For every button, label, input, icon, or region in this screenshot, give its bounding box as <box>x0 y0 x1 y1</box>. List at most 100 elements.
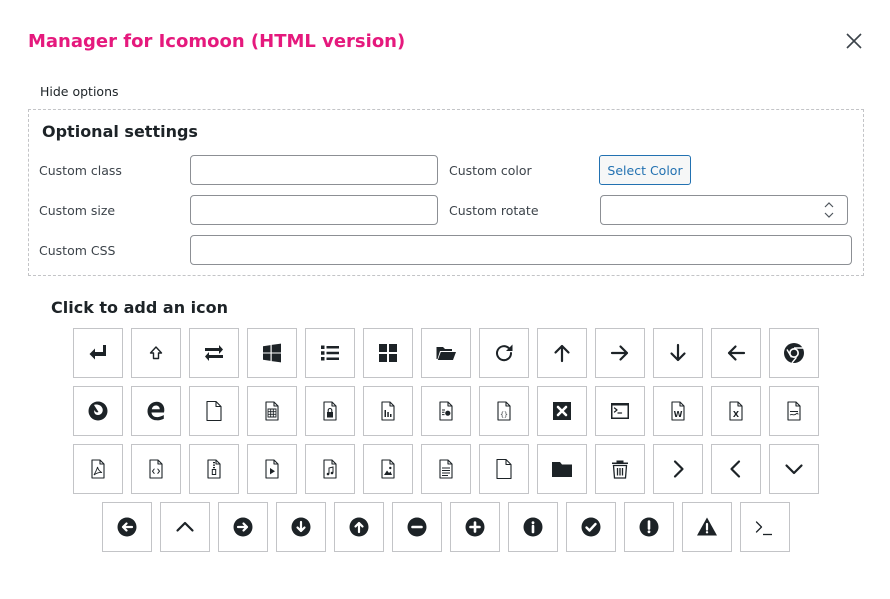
icon-button-edge[interactable] <box>131 386 181 436</box>
file-locked-icon <box>323 401 337 421</box>
icon-button-circle-arrow-up[interactable] <box>334 502 384 552</box>
custom-class-input[interactable] <box>190 155 438 185</box>
icon-button-circle-check[interactable] <box>566 502 616 552</box>
icon-button-close-box[interactable] <box>537 386 587 436</box>
arrow-down-icon <box>670 343 686 362</box>
chevron-left-icon <box>730 460 741 478</box>
custom-css-label: Custom CSS <box>39 243 116 258</box>
circle-arrow-left-icon <box>117 517 137 537</box>
icon-button-circle-info[interactable] <box>508 502 558 552</box>
icon-button-circle-arrow-right[interactable] <box>218 502 268 552</box>
hide-options-link[interactable]: Hide options <box>40 84 119 99</box>
icon-button-folder[interactable] <box>537 444 587 494</box>
icon-button-file-stats[interactable] <box>421 386 471 436</box>
icon-button-file-image[interactable] <box>363 444 413 494</box>
svg-text:X: X <box>733 410 740 419</box>
icon-button-shift[interactable] <box>131 328 181 378</box>
custom-css-input[interactable] <box>190 235 852 265</box>
icon-button-file-xml[interactable] <box>131 444 181 494</box>
icon-button-chrome[interactable] <box>769 328 819 378</box>
custom-size-input[interactable] <box>190 195 438 225</box>
icon-button-file-video[interactable] <box>247 444 297 494</box>
icon-button-windows[interactable] <box>247 328 297 378</box>
list-icon <box>321 345 339 361</box>
circle-plus-icon <box>465 517 485 537</box>
icon-button-arrow-up[interactable] <box>537 328 587 378</box>
folder-icon <box>552 462 572 477</box>
close-icon <box>846 33 862 49</box>
icon-button-file-chart[interactable] <box>363 386 413 436</box>
icon-button-arrow-left[interactable] <box>711 328 761 378</box>
arrow-left-icon <box>727 345 746 361</box>
icon-button-chevron-left[interactable] <box>711 444 761 494</box>
icon-button-arrow-down[interactable] <box>653 328 703 378</box>
circle-info-icon <box>523 517 543 537</box>
icon-button-file-text-lines[interactable] <box>421 444 471 494</box>
close-box-icon <box>553 402 571 420</box>
custom-rotate-input[interactable] <box>600 195 848 225</box>
select-color-button[interactable]: Select Color <box>599 155 691 185</box>
icon-button-redo[interactable] <box>479 328 529 378</box>
circle-exclamation-icon <box>639 517 659 537</box>
close-button[interactable] <box>840 27 868 55</box>
icons-heading: Click to add an icon <box>51 298 228 317</box>
icon-button-file-code[interactable]: {} <box>479 386 529 436</box>
icon-button-list[interactable] <box>305 328 355 378</box>
icon-button-firefox[interactable] <box>73 386 123 436</box>
arrow-up-icon <box>554 344 570 363</box>
icon-button-terminal-prompt[interactable] <box>740 502 790 552</box>
file-word-icon: W <box>671 401 685 421</box>
stepper-up-icon[interactable] <box>821 201 837 209</box>
custom-class-label: Custom class <box>39 163 122 178</box>
chevron-down-icon <box>785 464 803 475</box>
icon-button-arrow-right[interactable] <box>595 328 645 378</box>
circle-arrow-up-icon <box>349 517 369 537</box>
icon-button-file-text[interactable] <box>769 386 819 436</box>
file-stats-icon <box>439 401 453 421</box>
icon-button-grid[interactable] <box>363 328 413 378</box>
icon-button-terminal-window[interactable] <box>595 386 645 436</box>
icon-button-chevron-up[interactable] <box>160 502 210 552</box>
icon-button-file-locked[interactable] <box>305 386 355 436</box>
icon-button-circle-plus[interactable] <box>450 502 500 552</box>
icon-button-circle-exclamation[interactable] <box>624 502 674 552</box>
dialog-title: Manager for Icomoon (HTML version) <box>28 31 406 52</box>
grid-icon <box>379 344 397 362</box>
icon-button-enter[interactable] <box>73 328 123 378</box>
icon-button-trash[interactable] <box>595 444 645 494</box>
icon-button-file-blank[interactable] <box>479 444 529 494</box>
icon-button-swap-arrows[interactable] <box>189 328 239 378</box>
icon-button-file-word[interactable]: W <box>653 386 703 436</box>
file-spreadsheet-icon <box>265 401 279 421</box>
warning-icon <box>697 517 717 536</box>
svg-text:{}: {} <box>500 411 508 419</box>
redo-icon <box>496 344 513 362</box>
custom-color-label: Custom color <box>449 163 532 178</box>
custom-rotate-label: Custom rotate <box>449 203 539 218</box>
icon-button-file-zip[interactable] <box>189 444 239 494</box>
icon-button-file-pdf[interactable] <box>73 444 123 494</box>
icon-button-circle-arrow-down[interactable] <box>276 502 326 552</box>
file-blank-icon <box>496 458 512 480</box>
file-audio-icon <box>323 459 337 479</box>
file-zip-icon <box>207 459 221 479</box>
icon-button-warning[interactable] <box>682 502 732 552</box>
icon-button-chevron-right[interactable] <box>653 444 703 494</box>
icon-button-file-audio[interactable] <box>305 444 355 494</box>
icon-button-circle-minus[interactable] <box>392 502 442 552</box>
icon-button-file-empty[interactable] <box>189 386 239 436</box>
file-text-lines-icon <box>439 459 453 479</box>
icon-button-file-spreadsheet[interactable] <box>247 386 297 436</box>
circle-check-icon <box>581 517 601 537</box>
icon-button-file-excel[interactable]: X <box>711 386 761 436</box>
custom-size-label: Custom size <box>39 203 116 218</box>
icon-button-circle-arrow-left[interactable] <box>102 502 152 552</box>
icon-button-chevron-down[interactable] <box>769 444 819 494</box>
enter-icon <box>89 345 106 360</box>
stepper-down-icon[interactable] <box>821 211 837 219</box>
edge-icon <box>147 401 165 421</box>
swap-arrows-icon <box>205 345 223 361</box>
icon-button-folder-open[interactable] <box>421 328 471 378</box>
chevron-right-icon <box>673 460 684 478</box>
rotate-stepper[interactable] <box>821 201 837 219</box>
